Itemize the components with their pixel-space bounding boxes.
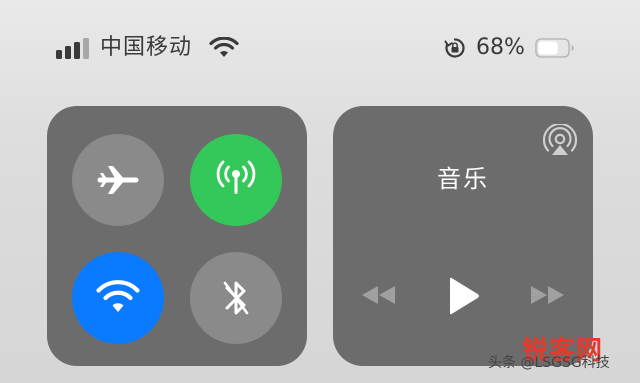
bluetooth-icon (223, 281, 249, 315)
watermark-credit: 头条 @LSGSG科技 (488, 355, 610, 371)
watermark: 锐客网 头条 @LSGSG科技 (480, 336, 640, 383)
play-icon (450, 277, 479, 315)
carrier-name: 中国移动 (100, 35, 193, 60)
previous-track-button[interactable] (357, 280, 401, 310)
connectivity-module (47, 106, 307, 366)
play-button[interactable] (441, 274, 485, 318)
cellular-antenna-icon (216, 160, 256, 194)
music-module[interactable]: 音乐 (333, 106, 593, 366)
wifi-status-icon (209, 36, 239, 59)
previous-icon (362, 286, 395, 304)
bluetooth-toggle[interactable] (190, 252, 282, 344)
airplay-icon[interactable] (542, 122, 578, 158)
next-track-button[interactable] (525, 280, 569, 310)
next-icon (531, 286, 564, 304)
airplane-icon (97, 166, 139, 194)
airplane-mode-toggle[interactable] (72, 134, 164, 226)
wifi-toggle[interactable] (72, 252, 164, 344)
battery-icon (535, 38, 575, 58)
music-title: 音乐 (437, 165, 489, 193)
battery-percentage: 68% (476, 35, 525, 60)
cellular-data-toggle[interactable] (190, 134, 282, 226)
status-bar: 中国移动 68% (0, 0, 640, 90)
rotation-lock-icon (444, 37, 466, 59)
cellular-signal-icon (56, 37, 90, 59)
wifi-icon (96, 280, 140, 312)
